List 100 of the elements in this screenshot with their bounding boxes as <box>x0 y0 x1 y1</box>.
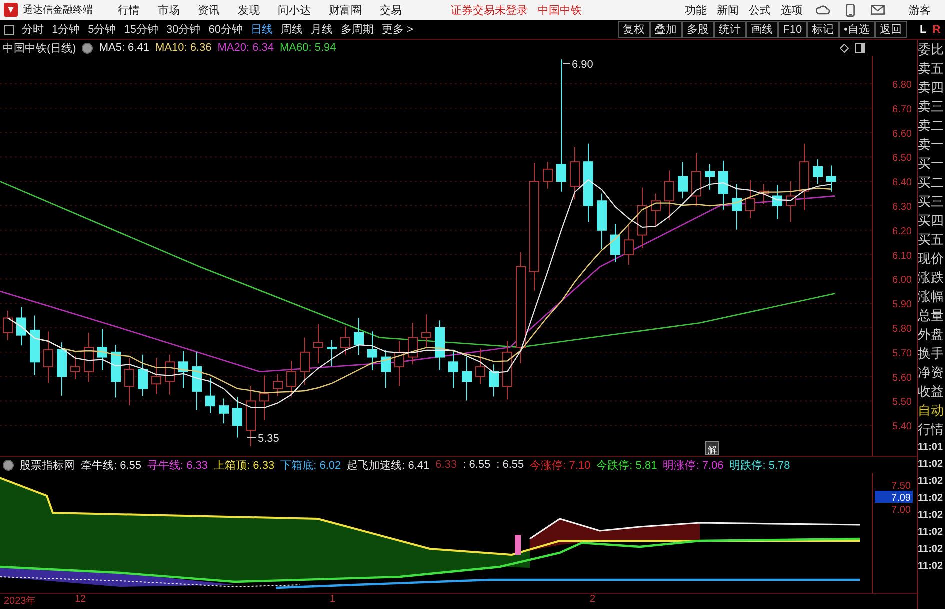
indicator-legend-entry: 今跌停: 5.81 <box>596 458 658 472</box>
phone-icon[interactable] <box>846 4 855 16</box>
price-axis-label: 6.60 <box>892 128 912 140</box>
period-tab[interactable]: 多周期 <box>337 22 378 37</box>
menu-item[interactable]: 财富圈 <box>329 2 362 18</box>
quote-label: 外盘 <box>918 326 945 344</box>
ma-legend-entry: MA60: 5.94 <box>280 42 336 54</box>
indicator-legend-entry: 明跌停: 5.78 <box>730 458 790 472</box>
mail-icon[interactable] <box>871 5 885 15</box>
trade-time: 11:02 <box>918 560 944 574</box>
quote-label: 买一 <box>918 155 945 173</box>
date-axis-label: 12 <box>75 594 86 605</box>
quote-label: 卖二 <box>918 117 945 135</box>
period-tab[interactable]: 1分钟 <box>48 22 84 37</box>
period-tab[interactable]: 分时 <box>18 22 48 37</box>
trade-time: 11:02 <box>918 492 944 506</box>
quote-label: 涨幅 <box>918 288 945 306</box>
period-tab[interactable]: 15分钟 <box>120 22 162 37</box>
indicator-legend-entry: 上箱顶: 6.33 <box>214 458 275 472</box>
price-axis-label: 6.30 <box>892 202 912 213</box>
indicator-axis-label: 7.00 <box>892 505 911 516</box>
price-axis-label: 6.70 <box>892 104 912 116</box>
menu-item[interactable]: 资讯 <box>198 2 220 18</box>
quote-label: 行情 <box>918 421 945 439</box>
ma-legend-entry: MA5: 6.41 <box>99 42 150 54</box>
quote-label: 收益 <box>918 383 945 401</box>
toolbar-button[interactable]: 复权 <box>618 21 650 38</box>
price-axis-label: 6.80 <box>892 80 912 91</box>
toolbar-button[interactable]: F10 <box>778 21 808 38</box>
period-tab[interactable]: 更多 > <box>378 22 418 37</box>
indicator-legend-entry: : 6.55 <box>463 459 491 471</box>
quote-label: 涨跌 <box>918 269 945 287</box>
tool-menu-item[interactable]: 新闻 <box>717 2 739 18</box>
auto-toggle[interactable]: 自动 <box>918 401 945 420</box>
trade-time: 11:02 <box>918 475 944 489</box>
panel-switch-button[interactable]: R <box>930 24 944 36</box>
price-axis-label: 6.50 <box>892 153 912 164</box>
price-axis-label: 5.80 <box>892 324 912 335</box>
panel-switch-button[interactable]: L <box>917 24 930 36</box>
user-name[interactable]: 游客 <box>909 2 931 18</box>
toolbar-button[interactable]: 返回 <box>875 21 907 38</box>
price-axis-label: 5.90 <box>892 300 912 311</box>
panel-toggle-icon[interactable] <box>4 24 14 34</box>
indicator-title: 股票指标网 <box>20 458 75 472</box>
menu-item[interactable]: 市场 <box>158 2 180 18</box>
period-tab[interactable]: 5分钟 <box>84 22 120 37</box>
toolbar-button[interactable]: 叠加 <box>650 21 682 38</box>
indicator-axis-label: 7.50 <box>892 481 911 492</box>
indicator-legend-entry: 寻牛线: 6.33 <box>148 458 208 472</box>
price-axis-label: 5.50 <box>892 397 912 408</box>
toolbar-button[interactable]: 统计 <box>714 21 746 38</box>
quote-label: 卖一 <box>918 136 945 154</box>
trade-time: 11:02 <box>918 509 944 523</box>
period-tab[interactable]: 周线 <box>277 22 307 37</box>
indicator-legend-entry: 起飞加速线: 6.41 <box>347 458 430 472</box>
tool-menu-item[interactable]: 功能 <box>685 2 707 18</box>
status-link[interactable]: 中国中铁 <box>538 2 582 18</box>
indicator-axis-label: 7.09 <box>892 493 911 504</box>
period-tab[interactable]: 30分钟 <box>162 22 205 37</box>
tool-menu-item[interactable]: 公式 <box>749 2 771 18</box>
ma-legend-entry: MA10: 6.36 <box>155 42 212 54</box>
toolbar-button[interactable]: •自选 <box>839 21 875 38</box>
quote-label: 总量 <box>918 307 945 325</box>
indicator-legend-entry: 下箱底: 6.02 <box>280 458 342 472</box>
diamond-icon[interactable] <box>840 44 849 52</box>
toolbar-button[interactable]: 标记 <box>807 21 840 38</box>
tool-menu-item[interactable]: 选项 <box>781 2 803 18</box>
menu-item[interactable]: 发现 <box>238 2 260 18</box>
quote-label: 卖四 <box>918 79 945 97</box>
period-tab[interactable]: 月线 <box>307 22 337 37</box>
quote-label: 买五 <box>918 231 945 249</box>
settings-icon[interactable] <box>3 460 14 470</box>
period-tab[interactable]: 60分钟 <box>204 22 247 37</box>
toolbar-button[interactable]: 画线 <box>746 21 778 38</box>
price-axis-label: 6.20 <box>892 226 912 238</box>
price-axis-label: 6.40 <box>892 178 912 189</box>
quote-label: 买二 <box>918 174 945 192</box>
period-tab[interactable]: 日线 <box>247 22 277 37</box>
menu-item[interactable]: 交易 <box>380 2 402 18</box>
menu-item[interactable]: 行情 <box>118 2 140 18</box>
high-price-label: 6.90 <box>572 59 594 71</box>
ma-legend-entry: MA20: 6.34 <box>218 42 274 54</box>
low-price-label: 5.35 <box>258 433 280 445</box>
event-marker[interactable]: 解 <box>706 442 720 456</box>
price-axis-label: 5.40 <box>892 422 912 433</box>
status-link[interactable]: 证券交易未登录 <box>451 2 528 18</box>
app-logo-icon <box>4 3 18 17</box>
trade-time: 11:02 <box>918 458 944 472</box>
indicator-legend-entry: 明涨停: 7.06 <box>663 458 724 472</box>
panel-icon[interactable] <box>855 43 865 53</box>
toolbar-button[interactable]: 多股 <box>682 21 714 38</box>
cloud-icon[interactable] <box>816 4 830 16</box>
date-axis-label: 2023年 <box>4 595 36 608</box>
menu-item[interactable]: 问小达 <box>278 2 311 18</box>
quote-label: 现价 <box>918 250 945 268</box>
indicator-bar <box>515 535 521 555</box>
current-value-tag <box>875 491 913 503</box>
price-axis-label: 6.10 <box>892 250 912 262</box>
app-name: 通达信金融终端 <box>23 4 93 17</box>
settings-icon[interactable] <box>82 42 94 54</box>
